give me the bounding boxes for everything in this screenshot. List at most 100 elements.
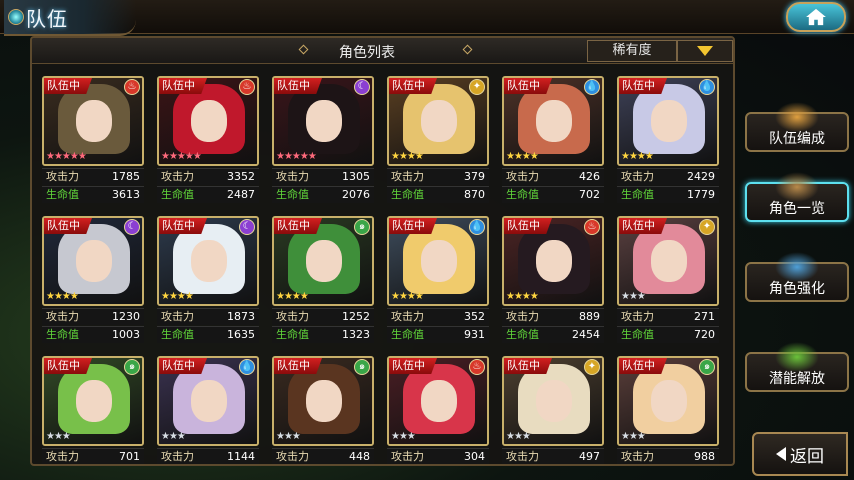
rarity-stars: ★★★★ — [276, 291, 309, 302]
character-portrait: 队伍中 ๑ ★★★ — [42, 356, 144, 446]
character-face — [306, 380, 342, 422]
character-portrait: 队伍中 ♨ ★★★ — [387, 356, 489, 446]
rarity-stars: ★★★ — [46, 431, 71, 442]
character-card[interactable]: 队伍中 💧 ★★★★ 攻击力 352 生命值 931 — [387, 216, 489, 344]
attack-row: 攻击力 1305 — [272, 168, 374, 185]
sort-dropdown-button[interactable] — [677, 40, 733, 62]
character-card[interactable]: 队伍中 ☾ ★★★★★ 攻击力 1305 生命值 2076 — [272, 76, 374, 204]
rarity-stars: ★★★★★ — [276, 151, 317, 162]
water-element-icon: 💧 — [699, 79, 715, 95]
character-card[interactable]: 队伍中 ♨ ★★★★★ 攻击力 1785 生命值 3613 — [42, 76, 144, 204]
hp-row: 生命值 931 — [387, 326, 489, 343]
fire-element-icon: ♨ — [469, 359, 485, 375]
character-face — [191, 380, 227, 422]
character-card[interactable]: 队伍中๑★★★攻击力701生命值 — [42, 356, 144, 464]
character-portrait: 队伍中 ๑ ★★★ — [617, 356, 719, 446]
character-card[interactable]: 队伍中 ♨ ★★★★★ 攻击力 3352 生命值 2487 — [157, 76, 259, 204]
character-portrait: 队伍中 💧 ★★★ — [157, 356, 259, 446]
wind-element-icon: ๑ — [124, 359, 140, 375]
hp-label: 生命值 — [391, 328, 424, 341]
sort-selector[interactable]: 稀有度 — [587, 40, 677, 62]
character-card[interactable]: 队伍中 ♨ ★★★★ 攻击力 889 生命值 2454 — [502, 216, 604, 344]
attack-value: 379 — [464, 170, 485, 183]
hp-label: 生命值 — [621, 188, 654, 201]
attack-row: 攻击力 426 — [502, 168, 604, 185]
hp-label: 生命值 — [46, 188, 79, 201]
rarity-stars: ★★★★ — [506, 151, 539, 162]
character-card[interactable]: 队伍中๑★★★攻击力448生命值 — [272, 356, 374, 464]
in-team-tag: 队伍中 — [389, 218, 437, 234]
hp-value: 931 — [464, 328, 485, 341]
character-portrait: 队伍中 ♨ ★★★★★ — [42, 76, 144, 166]
attack-label: 攻击力 — [276, 310, 309, 323]
attack-row: 攻击力 497 — [502, 448, 604, 464]
character-card[interactable]: 队伍中 ✦ ★★★ 攻击力 271 生命值 720 — [617, 216, 719, 344]
character-face — [421, 380, 457, 422]
hp-row: 生命值 1635 — [157, 326, 259, 343]
character-face — [76, 240, 112, 282]
character-card[interactable]: 队伍中💧★★★攻击力1144生命值 — [157, 356, 259, 464]
side-menu-item[interactable]: 角色强化 — [745, 252, 849, 302]
hp-label: 生命值 — [621, 328, 654, 341]
character-card[interactable]: 队伍中๑★★★攻击力988生命值 — [617, 356, 719, 464]
character-portrait: 队伍中 ✦ ★★★★ — [387, 76, 489, 166]
hp-row: 生命值 2487 — [157, 186, 259, 203]
screen-title: 队伍 — [4, 0, 136, 36]
attack-label: 攻击力 — [161, 310, 194, 323]
character-face — [191, 240, 227, 282]
back-button[interactable]: 返回 — [752, 432, 848, 476]
character-card[interactable]: 队伍中 ✦ ★★★★ 攻击力 379 生命值 870 — [387, 76, 489, 204]
side-menu-item[interactable]: 潜能解放 — [745, 342, 849, 392]
attack-label: 攻击力 — [46, 310, 79, 323]
rarity-stars: ★★★★★ — [161, 151, 202, 162]
attack-value: 1252 — [342, 310, 370, 323]
character-portrait: 队伍中 ☾ ★★★★★ — [272, 76, 374, 166]
character-card[interactable]: 队伍中 ☾ ★★★★ 攻击力 1873 生命值 1635 — [157, 216, 259, 344]
attack-label: 攻击力 — [391, 170, 424, 183]
attack-row: 攻击力 988 — [617, 448, 719, 464]
side-menu-item[interactable]: 角色一览 — [745, 172, 849, 222]
rarity-stars: ★★★ — [161, 431, 186, 442]
character-card[interactable]: 队伍中 ☾ ★★★★ 攻击力 1230 生命值 1003 — [42, 216, 144, 344]
home-button[interactable] — [786, 2, 846, 32]
character-portrait: 队伍中 💧 ★★★★ — [387, 216, 489, 306]
wind-element-icon: ๑ — [699, 359, 715, 375]
hp-row: 生命值 1779 — [617, 186, 719, 203]
team-icon — [775, 102, 819, 132]
rarity-stars: ★★★★ — [161, 291, 194, 302]
attack-value: 889 — [579, 310, 600, 323]
hp-value: 720 — [694, 328, 715, 341]
character-card[interactable]: 队伍中 💧 ★★★★ 攻击力 2429 生命值 1779 — [617, 76, 719, 204]
back-arrow-icon — [776, 447, 786, 461]
attack-value: 3352 — [227, 170, 255, 183]
hp-value: 2454 — [572, 328, 600, 341]
attack-label: 攻击力 — [621, 450, 654, 463]
hp-label: 生命值 — [276, 328, 309, 341]
attack-value: 271 — [694, 310, 715, 323]
character-list-panel: 队伍中 ♨ ★★★★★ 攻击力 1785 生命值 3613 队伍中 ♨ ★★★★★ 攻击力 3352 生… — [30, 36, 735, 466]
chevron-down-icon — [697, 46, 713, 56]
diamond-ornament-icon — [462, 44, 473, 55]
hp-label: 生命值 — [46, 328, 79, 341]
fire-element-icon: ♨ — [239, 79, 255, 95]
in-team-tag: 队伍中 — [159, 358, 207, 374]
rarity-stars: ★★★ — [276, 431, 301, 442]
attack-value: 352 — [464, 310, 485, 323]
dark-element-icon: ☾ — [124, 219, 140, 235]
character-card[interactable]: 队伍中 💧 ★★★★ 攻击力 426 生命值 702 — [502, 76, 604, 204]
character-portrait: 队伍中 ♨ ★★★★★ — [157, 76, 259, 166]
attack-label: 攻击力 — [621, 170, 654, 183]
rarity-stars: ★★★ — [621, 431, 646, 442]
attack-row: 攻击力 448 — [272, 448, 374, 464]
character-card[interactable]: 队伍中♨★★★攻击力304生命值 — [387, 356, 489, 464]
character-portrait: 队伍中 ✦ ★★★ — [617, 216, 719, 306]
side-menu-item[interactable]: 队伍编成 — [745, 102, 849, 152]
in-team-tag: 队伍中 — [159, 218, 207, 234]
character-card[interactable]: 队伍中 ๑ ★★★★ 攻击力 1252 生命值 1323 — [272, 216, 374, 344]
hp-value: 2076 — [342, 188, 370, 201]
attack-value: 1785 — [112, 170, 140, 183]
rarity-stars: ★★★★ — [506, 291, 539, 302]
character-card[interactable]: 队伍中✦★★★攻击力497生命值 — [502, 356, 604, 464]
attack-row: 攻击力 1230 — [42, 308, 144, 325]
attack-row: 攻击力 1873 — [157, 308, 259, 325]
